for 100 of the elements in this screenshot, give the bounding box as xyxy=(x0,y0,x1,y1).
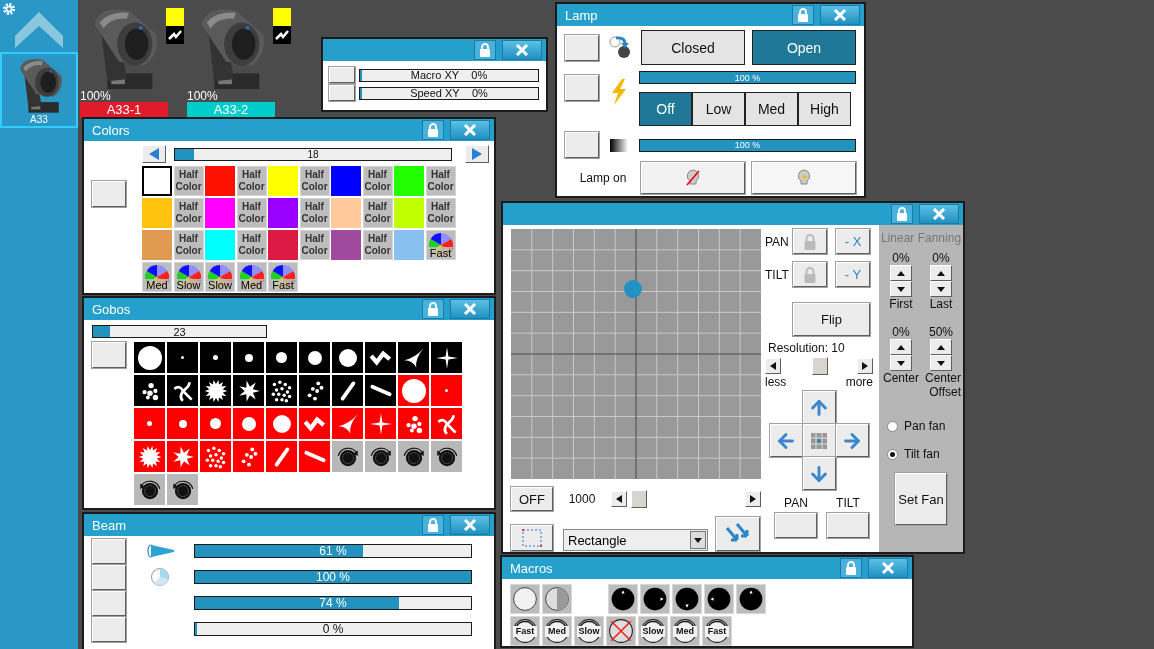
mode-button[interactable]: Off xyxy=(639,92,692,126)
gobo-button[interactable] xyxy=(332,342,363,373)
position-dot[interactable] xyxy=(624,280,642,298)
half-color-button[interactable]: Half Color xyxy=(299,198,330,228)
gobo-button[interactable] xyxy=(398,342,429,373)
color-swatch[interactable] xyxy=(205,166,235,196)
up-button[interactable] xyxy=(802,391,836,424)
progress-bar[interactable]: 100 % xyxy=(639,71,856,84)
toggle-button[interactable] xyxy=(565,75,599,101)
radio-button[interactable] xyxy=(887,420,898,432)
increment-button[interactable] xyxy=(890,339,912,355)
progress-bar[interactable]: 23 xyxy=(92,325,267,338)
color-swatch[interactable] xyxy=(394,230,424,260)
gobo-button[interactable] xyxy=(134,474,165,505)
gobo-button[interactable] xyxy=(365,375,396,406)
progress-bar[interactable]: 61 % xyxy=(194,544,472,558)
gobo-button[interactable] xyxy=(134,342,165,373)
lock-button[interactable] xyxy=(422,299,444,319)
macro-button[interactable] xyxy=(672,584,702,614)
decrement-button[interactable] xyxy=(890,281,912,297)
increment-button[interactable] xyxy=(930,265,952,281)
gobo-button[interactable] xyxy=(431,342,462,373)
gobo-button[interactable] xyxy=(233,375,264,406)
close-button[interactable] xyxy=(868,558,908,578)
lock-button[interactable] xyxy=(422,120,444,140)
macro-button[interactable] xyxy=(736,584,766,614)
decrement-button[interactable] xyxy=(930,281,952,297)
lock-button[interactable] xyxy=(840,558,862,578)
half-color-button[interactable]: Half Color xyxy=(173,166,204,196)
decrease-button[interactable] xyxy=(611,491,627,507)
gobo-button[interactable] xyxy=(167,375,198,406)
set-fan-button[interactable]: Set Fan xyxy=(895,473,947,525)
gobo-button[interactable] xyxy=(266,375,297,406)
gobo-button[interactable] xyxy=(365,441,396,472)
mode-button[interactable]: Med xyxy=(745,92,798,126)
color-wheel-button[interactable]: Med xyxy=(142,262,172,292)
half-color-button[interactable]: Half Color xyxy=(299,230,330,260)
half-color-button[interactable]: Half Color xyxy=(362,166,393,196)
color-swatch[interactable] xyxy=(394,198,424,228)
increase-button[interactable] xyxy=(857,358,873,374)
half-color-button[interactable]: Half Color xyxy=(173,198,204,228)
gobo-button[interactable] xyxy=(134,375,165,406)
decrement-button[interactable] xyxy=(890,355,912,371)
macro-button[interactable] xyxy=(640,584,670,614)
color-swatch[interactable] xyxy=(205,230,235,260)
half-color-button[interactable]: Half Color xyxy=(236,166,267,196)
radio-button[interactable] xyxy=(887,448,898,460)
mode-button[interactable]: Low xyxy=(692,92,745,126)
gobo-button[interactable] xyxy=(365,342,396,373)
lock-button[interactable] xyxy=(891,204,913,224)
lamp-on-button[interactable] xyxy=(752,162,856,194)
gobo-button[interactable] xyxy=(200,375,231,406)
toggle-button[interactable] xyxy=(92,342,126,368)
half-color-button[interactable]: Half Color xyxy=(425,198,456,228)
close-button[interactable] xyxy=(450,299,490,319)
half-color-button[interactable]: Half Color xyxy=(362,230,393,260)
mode-button[interactable]: High xyxy=(798,92,851,126)
progress-bar[interactable]: 100 % xyxy=(194,570,472,584)
fixture-label[interactable]: A33-1 xyxy=(80,102,168,118)
close-button[interactable] xyxy=(450,515,490,535)
gobo-button[interactable] xyxy=(299,375,330,406)
half-color-button[interactable]: Half Color xyxy=(173,230,204,260)
shutter-button[interactable]: Open xyxy=(752,30,856,65)
increase-button[interactable] xyxy=(745,491,761,507)
shutter-button[interactable]: Closed xyxy=(641,30,745,65)
toggle-button[interactable] xyxy=(92,538,126,564)
color-swatch[interactable] xyxy=(331,166,361,196)
progress-bar[interactable]: 100 % xyxy=(639,138,856,152)
down-button[interactable] xyxy=(802,457,836,490)
macro-button[interactable]: Med xyxy=(542,616,572,646)
gobo-button[interactable] xyxy=(167,474,198,505)
toggle-button[interactable] xyxy=(565,34,599,61)
macro-button[interactable] xyxy=(606,616,636,646)
half-color-button[interactable]: Half Color xyxy=(362,198,393,228)
progress-bar[interactable]: Macro XY 0% xyxy=(359,68,539,82)
close-button[interactable] xyxy=(450,120,490,140)
color-swatch[interactable] xyxy=(268,230,298,260)
next-button[interactable] xyxy=(465,145,489,163)
increment-button[interactable] xyxy=(930,339,952,355)
color-swatch[interactable] xyxy=(268,198,298,228)
decrease-button[interactable] xyxy=(765,358,781,374)
left-button[interactable] xyxy=(769,424,803,457)
color-wheel-button[interactable]: Fast xyxy=(425,230,456,260)
right-button[interactable] xyxy=(835,424,869,457)
color-swatch[interactable] xyxy=(142,230,172,260)
color-swatch[interactable] xyxy=(142,166,172,196)
macro-button[interactable]: Slow xyxy=(574,616,604,646)
lock-button[interactable] xyxy=(422,515,444,535)
toggle-button[interactable] xyxy=(565,132,599,158)
gobo-button[interactable] xyxy=(398,441,429,472)
toggle-button[interactable] xyxy=(92,181,126,207)
close-button[interactable] xyxy=(820,5,860,25)
gobo-button[interactable] xyxy=(266,342,297,373)
gobo-button[interactable] xyxy=(332,441,363,472)
select-rectangle-button[interactable] xyxy=(511,525,553,551)
macro-button[interactable]: Med xyxy=(670,616,700,646)
color-swatch[interactable] xyxy=(331,198,361,228)
progress-bar[interactable]: Speed XY 0% xyxy=(359,86,539,100)
flip-button[interactable]: Flip xyxy=(793,303,870,336)
color-swatch[interactable] xyxy=(394,166,424,196)
